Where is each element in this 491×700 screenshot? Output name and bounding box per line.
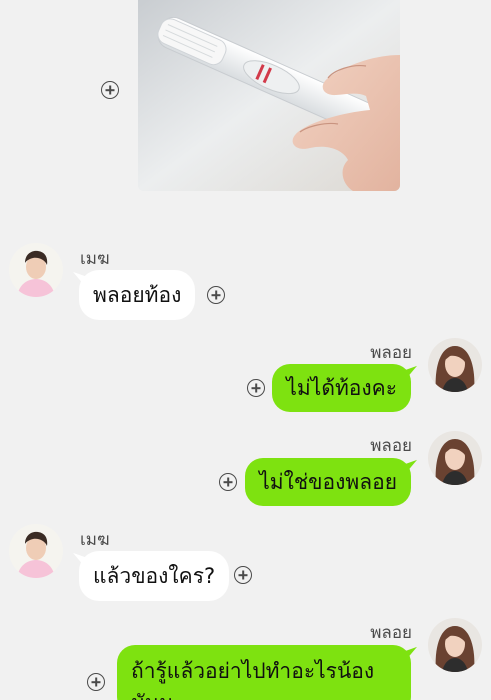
message-bubble-outgoing[interactable]: ถ้ารู้แล้วอย่าไปทำอะไรน้องมันนะ (117, 645, 411, 700)
add-reaction-icon[interactable] (219, 473, 237, 491)
message-bubble-incoming[interactable]: พลอยท้อง (79, 270, 196, 320)
add-reaction-icon[interactable] (87, 673, 105, 691)
pregnancy-test-image (138, 0, 400, 191)
sender-name: เมฆ (80, 530, 110, 550)
add-reaction-icon[interactable] (207, 286, 225, 304)
add-reaction-icon[interactable] (247, 379, 265, 397)
sender-name: พลอย (370, 343, 412, 363)
avatar-ploy[interactable] (428, 618, 482, 672)
add-reaction-icon[interactable] (101, 81, 119, 99)
avatar-image (428, 338, 482, 392)
message-bubble-incoming[interactable]: แล้วของใคร? (79, 551, 230, 601)
avatar-mek[interactable] (9, 524, 63, 578)
sender-name: เมฆ (80, 249, 110, 269)
sender-name: พลอย (370, 436, 412, 456)
message-bubble-outgoing[interactable]: ไม่ได้ท้องคะ (272, 364, 411, 412)
avatar-image (9, 243, 63, 297)
photo-message[interactable] (138, 0, 400, 191)
message-bubble-outgoing[interactable]: ไม่ใช่ของพลอย (245, 458, 411, 506)
add-reaction-icon[interactable] (234, 566, 252, 584)
avatar-ploy[interactable] (428, 338, 482, 392)
avatar-ploy[interactable] (428, 431, 482, 485)
sender-name: พลอย (370, 623, 412, 643)
avatar-image (9, 524, 63, 578)
avatar-mek[interactable] (9, 243, 63, 297)
avatar-image (428, 431, 482, 485)
avatar-image (428, 618, 482, 672)
